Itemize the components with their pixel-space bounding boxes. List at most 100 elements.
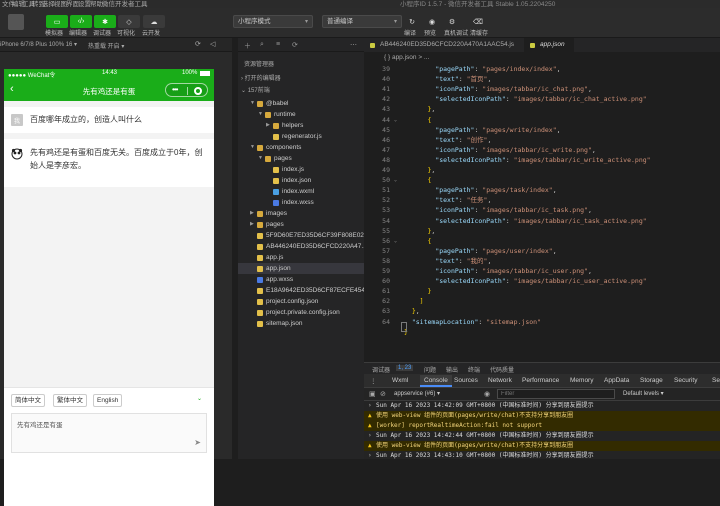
volume-icon[interactable]: ◁ xyxy=(210,40,215,48)
bug-icon[interactable]: ✱ xyxy=(94,15,116,28)
cloud-icon[interactable]: ☁ xyxy=(143,15,165,28)
list-icon[interactable]: ≡ xyxy=(276,41,280,48)
devtools-tab[interactable]: Se xyxy=(712,377,720,384)
code-icon[interactable]: ‹/› xyxy=(70,15,92,28)
file-tree-item[interactable]: 5F9D60E7ED35D6CF39F808E02... xyxy=(238,230,364,241)
devtools-tab[interactable]: Security xyxy=(674,377,697,384)
new-file-icon[interactable]: ＋ xyxy=(244,41,251,51)
file-tree-item[interactable]: sitemap.json xyxy=(238,318,364,329)
file-tree-item[interactable]: index.wxml xyxy=(238,186,364,197)
line-number: 63 xyxy=(382,307,390,316)
file-tree-item[interactable]: index.json xyxy=(238,175,364,186)
compile-icon[interactable]: ↻ xyxy=(404,15,420,28)
file-tree-item[interactable]: project.config.json xyxy=(238,296,364,307)
device-select[interactable]: iPhone 6/7/8 Plus 100% 16 ▾ xyxy=(0,41,77,48)
capsule-divider xyxy=(187,87,188,95)
console-line: ▲ [worker] reportRealtimeAction:fail not … xyxy=(364,421,720,431)
expand-arrow-icon[interactable]: › xyxy=(368,451,372,461)
debugger-panel-tab[interactable]: 终端 xyxy=(468,365,480,374)
devtools-tab[interactable]: Wxml xyxy=(392,377,408,384)
devtools-tab[interactable]: Console xyxy=(420,375,452,387)
rotate-icon[interactable]: ⟳ xyxy=(195,40,201,48)
context-select[interactable]: appservice (#6) ▾ xyxy=(394,390,494,399)
expand-arrow-icon[interactable]: › xyxy=(368,401,372,411)
file-name: pages xyxy=(266,221,284,228)
chat-input[interactable]: 先有鸡还是有蛋 xyxy=(11,413,207,453)
debugger-panel-tab[interactable]: 代码质量 xyxy=(490,365,514,374)
editor-tab[interactable]: app.json xyxy=(524,38,574,52)
clear-cache-icon[interactable]: ⌫ xyxy=(470,15,486,28)
devtools-tab[interactable]: AppData xyxy=(604,377,629,384)
file-tree-item[interactable]: ▶ images xyxy=(238,208,364,219)
lang-button-simplified[interactable]: 简体中文 xyxy=(11,394,45,407)
menu-capsule[interactable]: ••• xyxy=(165,83,208,97)
debugger-panel-tab[interactable]: 输出 xyxy=(446,365,458,374)
status-bar: ●●●●● WeChat令 14:43 100% xyxy=(4,69,214,79)
code-editor[interactable]: 39 "pagePath": "pages/index/index", 40 "t… xyxy=(364,64,720,337)
lang-button-traditional[interactable]: 繁体中文 xyxy=(53,394,87,407)
devtools-tab[interactable]: Sources xyxy=(454,377,478,384)
window-title: 小程序ID 1.5.7 - 微信开发者工具 Stable 1.05.220425… xyxy=(400,1,556,8)
file-tree-item[interactable]: ▶ helpers xyxy=(238,120,364,131)
refresh-icon[interactable]: ⟳ xyxy=(292,41,298,49)
file-tree-item[interactable]: AB446240ED35D6CFCD220A47... xyxy=(238,241,364,252)
compile-select[interactable]: 普通编译 ▾ xyxy=(322,15,402,28)
menu-item[interactable]: 微信开发者工具 xyxy=(102,0,148,8)
filter-input[interactable] xyxy=(497,389,615,399)
file-icon xyxy=(273,167,279,173)
more-icon[interactable]: ⋯ xyxy=(350,41,357,49)
lang-button-english[interactable]: English xyxy=(93,394,123,407)
close-circle-icon[interactable] xyxy=(194,87,202,95)
code-line: } xyxy=(364,327,720,337)
code-text: "selectedIconPath": "images/tabbar/ic_ch… xyxy=(435,95,647,104)
file-tree-item[interactable]: app.json xyxy=(238,263,364,274)
file-name: index.js xyxy=(282,166,305,173)
devtools-tab[interactable]: Memory xyxy=(570,377,593,384)
file-tree-item[interactable]: app.wxss xyxy=(238,274,364,285)
devtools-menu-icon[interactable]: ⋮ xyxy=(370,377,377,385)
file-tree-item[interactable]: ▶ pages xyxy=(238,219,364,230)
debugger-panel-tab[interactable]: 调试器 xyxy=(372,365,390,374)
search-icon[interactable]: ⌕ xyxy=(260,41,264,49)
fold-chevron-icon[interactable]: ⌄ xyxy=(394,175,397,185)
mode-select[interactable]: 小程序模式 ▾ xyxy=(233,15,313,28)
file-tree-item[interactable]: index.js xyxy=(238,164,364,175)
file-tree-item[interactable]: ▼ @babel xyxy=(238,98,364,109)
file-tree-item[interactable]: project.private.config.json xyxy=(238,307,364,318)
levels-select[interactable]: Default levels ▾ xyxy=(623,390,664,397)
devtools-tab[interactable]: Storage xyxy=(640,377,663,384)
devtools-tab[interactable]: Network xyxy=(488,377,512,384)
visual-icon[interactable]: ◇ xyxy=(118,15,140,28)
file-tree-item[interactable]: E18A9642ED35D6CF87ECFE454... xyxy=(238,285,364,296)
section-project[interactable]: ⌄ 157前端 xyxy=(241,85,270,94)
sidebar-toggle-icon[interactable]: ▣ xyxy=(369,390,376,398)
editor-tab[interactable]: AB446240ED35D6CFCD220A470A1AAC54.js xyxy=(364,38,522,52)
file-tree-item[interactable]: index.wxss xyxy=(238,197,364,208)
user-avatar[interactable] xyxy=(8,14,24,30)
file-tree-item[interactable]: ▼ components xyxy=(238,142,364,153)
code-icon[interactable]: ▭ xyxy=(46,15,68,28)
expand-arrow-icon[interactable]: › xyxy=(368,431,372,441)
line-number: 59 xyxy=(382,267,390,275)
devtools-tab[interactable]: Performance xyxy=(522,377,559,384)
fold-chevron-icon[interactable]: ⌄ xyxy=(394,115,397,125)
code-line: 39 "pagePath": "pages/index/index", xyxy=(364,64,720,74)
hotreload-select[interactable]: 热重载 开启 ▾ xyxy=(88,41,124,50)
send-icon[interactable]: ➤ xyxy=(194,438,201,447)
debugger-panel-tab[interactable]: 问题 xyxy=(424,365,436,374)
more-dots-icon[interactable]: ••• xyxy=(172,86,178,94)
debugger-panel-tab[interactable]: 1, 23 xyxy=(396,365,414,371)
section-open-editors[interactable]: › 打开的编辑器 xyxy=(241,73,281,82)
code-text: { xyxy=(427,176,432,185)
eye-icon[interactable]: ◉ xyxy=(484,390,490,398)
file-tree-item[interactable]: ▼ runtime xyxy=(238,109,364,120)
file-tree-item[interactable]: app.js xyxy=(238,252,364,263)
chevron-down-icon[interactable]: ⌄ xyxy=(197,395,202,402)
breadcrumb-path[interactable]: { } app.json > ... xyxy=(384,52,429,64)
clear-console-icon[interactable]: ⊘ xyxy=(380,390,386,398)
file-tree-item[interactable]: regenerator.js xyxy=(238,131,364,142)
preview-icon[interactable]: ◉ xyxy=(424,15,440,28)
file-tree-item[interactable]: ▼ pages xyxy=(238,153,364,164)
fold-chevron-icon[interactable]: ⌄ xyxy=(394,236,397,246)
remote-debug-icon[interactable]: ⚙ xyxy=(444,15,460,28)
